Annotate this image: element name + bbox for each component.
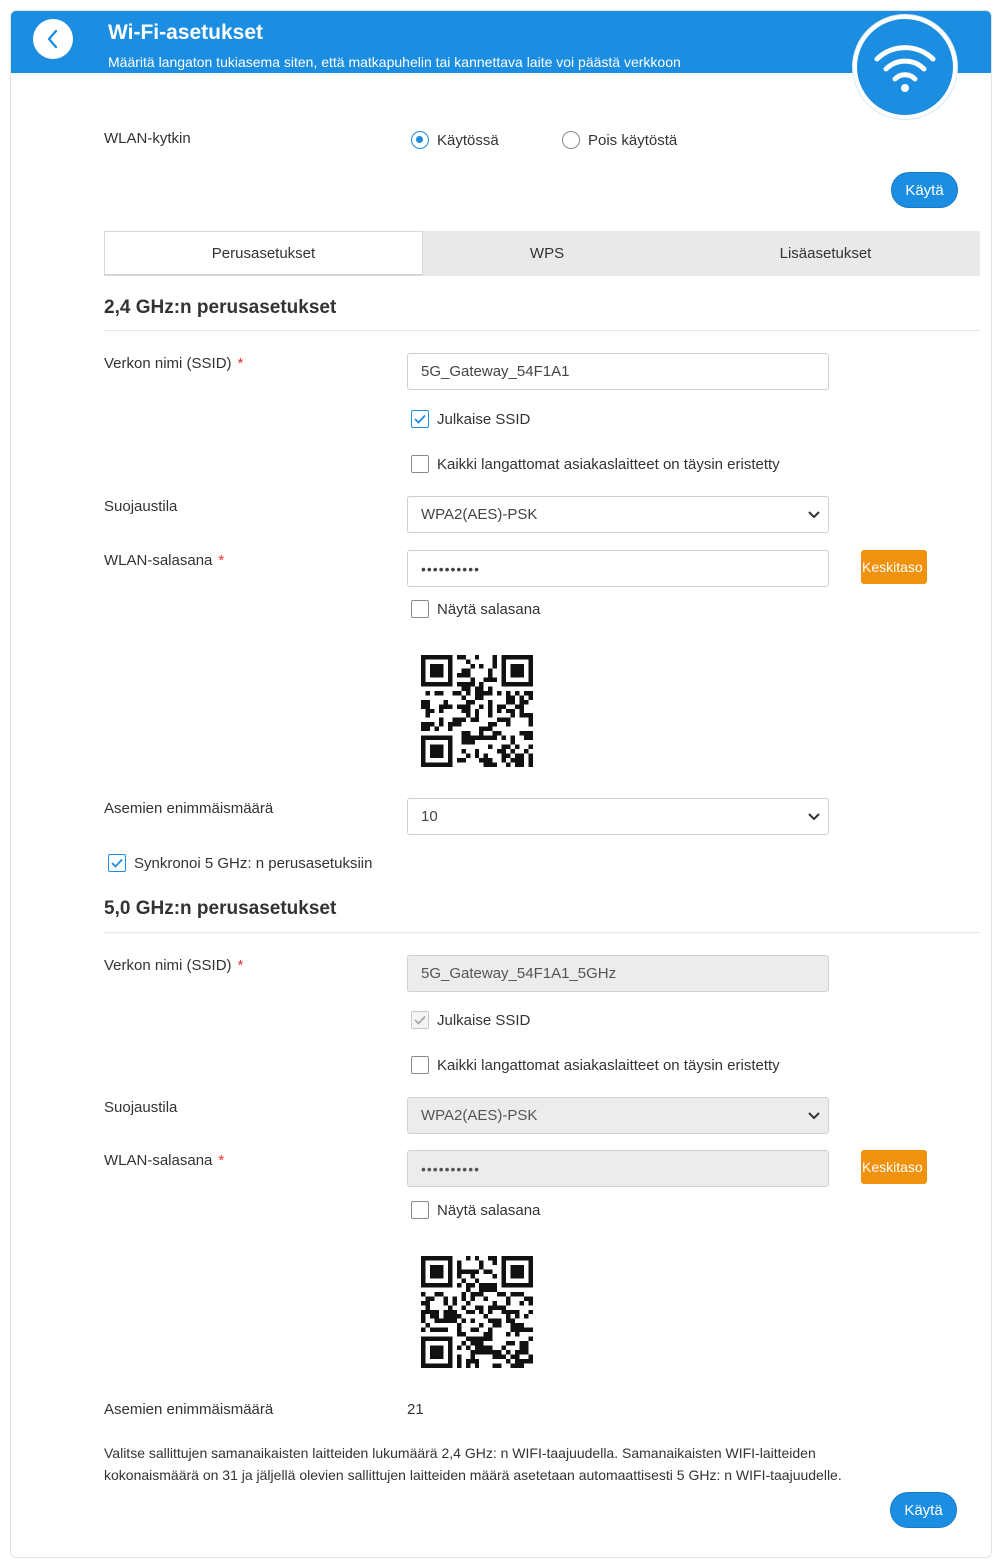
band50-show-password-row[interactable]: Näytä salasana [411,1201,540,1219]
band24-title: 2,4 GHz:n perusasetukset [104,297,337,318]
required-mark: * [218,1152,225,1169]
tab-wps[interactable]: WPS [423,231,671,276]
band50-password-label-text: WLAN-salasana [104,1152,213,1169]
settings-card: Wi-Fi-asetukset Määritä langaton tukiase… [10,10,992,1558]
wlan-on-label: Käytössä [437,131,499,149]
band50-security-select[interactable]: WPA2(AES)-PSK [407,1097,829,1134]
tab-basic[interactable]: Perusasetukset [104,231,423,276]
apply-button-bottom[interactable]: Käytä [890,1492,957,1528]
wlan-switch-label: WLAN-kytkin [104,130,191,147]
band24-broadcast-row[interactable]: Julkaise SSID [411,410,530,428]
band50-security-value: WPA2(AES)-PSK [421,1107,538,1124]
band50-show-password-label: Näytä salasana [437,1201,541,1219]
band24-password-input[interactable]: •••••••••• [407,550,829,587]
wlan-off-label: Pois käytöstä [588,131,678,149]
band50-qr-code [421,1256,533,1368]
stations-note-line1: Valitse sallittujen samanaikaisten laitt… [104,1445,816,1461]
page-header: Wi-Fi-asetukset Määritä langaton tukiase… [11,11,991,73]
band24-max-stations-value: 10 [421,808,438,825]
chevron-down-icon [808,812,820,820]
check-icon [414,414,426,424]
band50-ssid-input[interactable]: 5G_Gateway_54F1A1_5GHz [407,955,829,992]
band50-max-stations-label: Asemien enimmäismäärä [104,1401,274,1418]
band24-isolation-row[interactable]: Kaikki langattomat asiakaslaitteet on tä… [411,455,780,473]
band24-isolation-checkbox[interactable] [411,455,429,473]
wifi-icon [874,45,936,92]
stations-note-line2: kokonaismäärä on 31 ja jäljellä olevien … [104,1467,842,1483]
band50-ssid-label: Verkon nimi (SSID) * [104,957,243,974]
band24-show-password-label: Näytä salasana [437,600,541,618]
band50-max-stations-value: 21 [407,1401,424,1418]
band50-isolation-row[interactable]: Kaikki langattomat asiakaslaitteet on tä… [411,1056,780,1074]
sync-5ghz-label: Synkronoi 5 GHz: n perusasetuksiin [134,854,373,872]
band24-broadcast-label: Julkaise SSID [437,410,531,428]
page-subtitle: Määritä langaton tukiasema siten, että m… [108,54,681,70]
band24-qr-code [421,655,533,767]
required-mark: * [237,957,244,974]
required-mark: * [237,355,244,372]
band24-divider [104,330,980,331]
band24-max-stations-label: Asemien enimmäismäärä [104,800,274,817]
band24-broadcast-checkbox[interactable] [411,410,429,428]
required-mark: * [218,552,225,569]
apply-button-top[interactable]: Käytä [891,172,958,208]
sync-5ghz-checkbox[interactable] [108,854,126,872]
chevron-down-icon [808,510,820,518]
band50-broadcast-row[interactable]: Julkaise SSID [411,1011,530,1029]
band24-password-strength: Keskitaso [861,550,927,584]
band24-password-label: WLAN-salasana * [104,552,224,569]
chevron-left-icon [47,29,58,49]
band50-ssid-label-text: Verkon nimi (SSID) [104,957,232,974]
band24-password-label-text: WLAN-salasana [104,552,213,569]
tab-advanced[interactable]: Lisäasetukset [671,231,980,276]
wlan-on-radio[interactable] [411,131,429,149]
band50-title: 5,0 GHz:n perusasetukset [104,898,337,919]
band24-ssid-label-text: Verkon nimi (SSID) [104,355,232,372]
page-title: Wi-Fi-asetukset [108,21,264,44]
band24-show-password-checkbox[interactable] [411,600,429,618]
band24-security-label: Suojaustila [104,498,178,515]
band50-password-label: WLAN-salasana * [104,1152,224,1169]
chevron-down-icon [808,1111,820,1119]
back-button[interactable] [33,19,73,59]
band24-max-stations-select[interactable]: 10 [407,798,829,835]
stations-note: Valitse sallittujen samanaikaisten laitt… [104,1442,924,1486]
band50-broadcast-checkbox[interactable] [411,1011,429,1029]
band50-isolation-label: Kaikki langattomat asiakaslaitteet on tä… [437,1056,780,1074]
band24-ssid-label: Verkon nimi (SSID) * [104,355,243,372]
band24-show-password-row[interactable]: Näytä salasana [411,600,540,618]
check-icon [414,1015,426,1025]
check-icon [111,858,123,868]
band50-isolation-checkbox[interactable] [411,1056,429,1074]
band50-security-label: Suojaustila [104,1099,178,1116]
sync-5ghz-row[interactable]: Synkronoi 5 GHz: n perusasetuksiin [108,854,372,872]
band24-isolation-label: Kaikki langattomat asiakaslaitteet on tä… [437,455,780,473]
band50-password-strength: Keskitaso [861,1150,927,1184]
settings-tabs: Perusasetukset WPS Lisäasetukset [104,231,980,276]
band50-password-input[interactable]: •••••••••• [407,1150,829,1187]
band24-security-select[interactable]: WPA2(AES)-PSK [407,496,829,533]
wlan-off-option[interactable]: Pois käytöstä [562,131,677,149]
wlan-on-option[interactable]: Käytössä [411,131,499,149]
band50-show-password-checkbox[interactable] [411,1201,429,1219]
wlan-off-radio[interactable] [562,131,580,149]
band50-divider [104,932,980,933]
band50-broadcast-label: Julkaise SSID [437,1011,531,1029]
wifi-badge [853,15,957,119]
band24-ssid-input[interactable]: 5G_Gateway_54F1A1 [407,353,829,390]
band24-security-value: WPA2(AES)-PSK [421,506,538,523]
